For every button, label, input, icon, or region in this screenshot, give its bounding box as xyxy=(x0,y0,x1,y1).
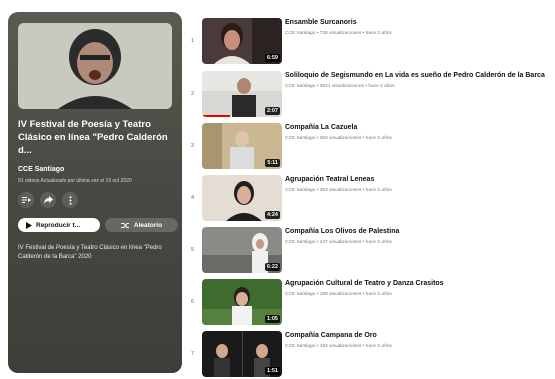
video-title[interactable]: Compañía Campana de Oro xyxy=(285,332,377,339)
video-index: 2 xyxy=(191,91,195,97)
video-title[interactable]: Compañía La Cazuela xyxy=(285,124,357,131)
video-meta: CCE Santiago • 353 visualizaciones • hac… xyxy=(285,188,392,193)
shuffle-button[interactable]: Aleatorio xyxy=(105,218,178,232)
video-thumbnail[interactable]: 6:59 xyxy=(202,18,282,64)
share-icon xyxy=(43,196,53,204)
video-index: 7 xyxy=(191,351,195,357)
add-to-queue-button[interactable] xyxy=(18,192,34,208)
video-meta: CCE Santiago • 194 visualizaciones • hac… xyxy=(285,344,392,349)
video-thumbnail[interactable]: 5:11 xyxy=(202,123,282,169)
video-thumbnail[interactable]: 1:51 xyxy=(202,331,282,377)
playlist-title: IV Festival de Poesía y Teatro Clásico e… xyxy=(18,119,168,156)
video-progress-bar xyxy=(202,115,230,117)
video-index: 4 xyxy=(191,195,195,201)
video-thumbnail[interactable]: 2:07 xyxy=(202,71,282,117)
video-duration: 2:07 xyxy=(264,107,280,115)
video-duration: 6:59 xyxy=(264,54,280,62)
more-options-icon xyxy=(69,195,71,205)
video-meta: CCE Santiago • 247 visualizaciones • hac… xyxy=(285,240,392,245)
video-title[interactable]: Agrupación Teatral Leneas xyxy=(285,176,374,183)
video-row[interactable]: 7 1:51 Compañía Campana de Oro CCE Santi… xyxy=(186,331,555,379)
video-index: 1 xyxy=(191,38,195,44)
video-thumbnail[interactable]: 6:22 xyxy=(202,227,282,273)
video-duration: 4:24 xyxy=(264,211,280,219)
play-all-button[interactable]: Reproducir t... xyxy=(18,218,100,232)
channel-name[interactable]: CCE Santiago xyxy=(18,166,64,173)
video-meta: CCE Santiago • 188 visualizaciones • hac… xyxy=(285,292,392,297)
video-meta: CCE Santiago • 3921 visualizaciones • ha… xyxy=(285,84,395,89)
hero-image xyxy=(18,23,172,109)
add-to-queue-icon xyxy=(21,197,31,203)
video-duration: 5:11 xyxy=(265,159,280,167)
share-button[interactable] xyxy=(40,192,56,208)
video-duration: 1:51 xyxy=(264,367,280,375)
video-title[interactable]: Soliloquio de Segismundo en La vida es s… xyxy=(285,72,545,79)
more-options-button[interactable] xyxy=(62,192,78,208)
video-duration: 6:22 xyxy=(264,263,280,271)
video-thumbnail[interactable]: 4:24 xyxy=(202,175,282,221)
video-row[interactable]: 5 6:22 Compañía Los Olivos de Palestina … xyxy=(186,227,555,275)
play-all-label: Reproducir t... xyxy=(36,221,81,229)
video-index: 6 xyxy=(191,299,195,305)
shuffle-label: Aleatorio xyxy=(133,221,163,229)
video-meta: CCE Santiago • 366 visualizaciones • hac… xyxy=(285,136,392,141)
video-meta: CCE Santiago • 735 visualizaciones • hac… xyxy=(285,31,392,36)
playlist-meta: 91 videos Actualizado por última vez el … xyxy=(18,178,132,184)
play-icon xyxy=(26,221,32,229)
video-index: 5 xyxy=(191,247,195,253)
video-index: 3 xyxy=(191,143,195,149)
playlist-description: IV Festival de Poesía y Teatro Clásico e… xyxy=(18,245,162,260)
video-row[interactable]: 6 1:05 Agrupación Cultural de Teatro y D… xyxy=(186,279,555,327)
playlist-panel: IV Festival de Poesía y Teatro Clásico e… xyxy=(8,12,182,373)
video-row[interactable]: 3 5:11 Compañía La Cazuela CCE Santiago … xyxy=(186,123,555,171)
video-row[interactable]: 4 4:24 Agrupación Teatral Leneas CCE San… xyxy=(186,175,555,223)
video-thumbnail[interactable]: 1:05 xyxy=(202,279,282,325)
video-row[interactable]: 1 6:59 Ensamble Surcanoris CCE Santiago … xyxy=(186,18,555,66)
video-title[interactable]: Agrupación Cultural de Teatro y Danza Cr… xyxy=(285,280,444,287)
video-title[interactable]: Ensamble Surcanoris xyxy=(285,19,357,26)
video-duration: 1:05 xyxy=(264,315,280,323)
video-title[interactable]: Compañía Los Olivos de Palestina xyxy=(285,228,399,235)
video-row[interactable]: 2 2:07 Soliloquio de Segismundo en La vi… xyxy=(186,71,555,119)
shuffle-icon xyxy=(120,222,129,228)
playlist-hero-thumbnail[interactable] xyxy=(18,23,172,109)
